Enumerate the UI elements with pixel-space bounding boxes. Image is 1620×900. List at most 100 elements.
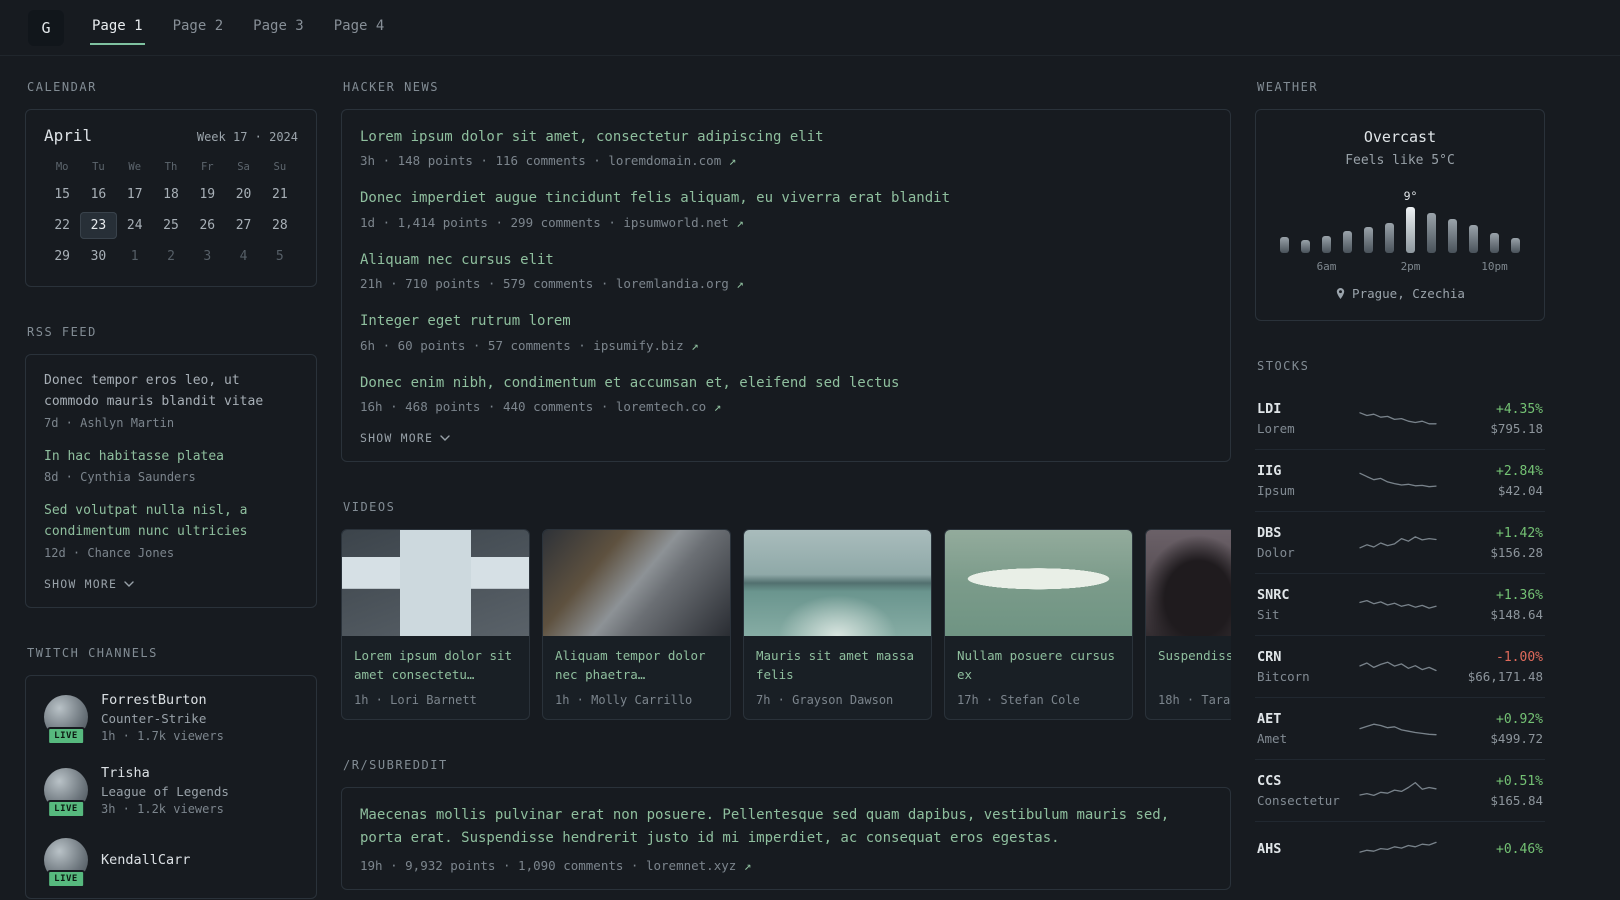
app-logo[interactable]: G xyxy=(28,9,64,46)
weather-hour-label: 2pm xyxy=(1400,260,1421,273)
video-thumbnail[interactable] xyxy=(342,529,529,636)
page-tab[interactable]: Page 1 xyxy=(90,10,145,45)
video-meta: 7h · Grayson Dawson xyxy=(756,692,894,707)
calendar-dow-label: Fr xyxy=(200,161,214,173)
external-link-icon[interactable]: ↗ xyxy=(691,338,699,353)
rss-item[interactable]: Donec tempor eros leo, ut commodo mauris… xyxy=(44,371,298,430)
rss-item-title[interactable]: Donec tempor eros leo, ut commodo mauris… xyxy=(44,371,298,413)
calendar-day: 22 xyxy=(54,218,70,233)
video-card[interactable]: Lorem ipsum dolor sit amet consectetu… 1… xyxy=(341,528,530,720)
rss-item-title[interactable]: Sed volutpat nulla nisl, a condimentum n… xyxy=(44,501,298,543)
video-meta: 17h · Stefan Cole xyxy=(957,692,1080,707)
page-tab[interactable]: Page 3 xyxy=(251,10,306,45)
hacker-news-item-meta: 1d · 1,414 points · 299 comments · ipsum… xyxy=(360,215,1212,230)
external-link-icon[interactable]: ↗ xyxy=(729,153,737,168)
weather-condition: Overcast xyxy=(1363,128,1437,146)
weather-bar-slot: 6am xyxy=(1317,180,1336,278)
hacker-news-show-more-button[interactable]: SHOW MORE xyxy=(360,431,1212,445)
stock-change: +1.36% xyxy=(1496,587,1543,603)
stock-quote: +1.36% $148.64 xyxy=(1447,588,1543,622)
channel-name[interactable]: Trisha xyxy=(101,765,229,781)
video-thumbnail[interactable] xyxy=(1146,529,1231,636)
stock-row[interactable]: AET Amet +0.92% $499.72 xyxy=(1255,697,1545,759)
stock-quote: +4.35% $795.18 xyxy=(1447,402,1543,436)
rss-item-meta: 12d · Chance Jones xyxy=(44,545,175,560)
hacker-news-item-meta: 21h · 710 points · 579 comments · loreml… xyxy=(360,276,1212,291)
weather-bar xyxy=(1280,237,1289,253)
stock-row[interactable]: LDI Lorem +4.35% $795.18 xyxy=(1255,388,1545,449)
video-meta: 18h · Tara xyxy=(1158,692,1231,707)
video-card-body: Lorem ipsum dolor sit amet consectetu… 1… xyxy=(342,636,529,719)
page-tab[interactable]: Page 4 xyxy=(332,10,387,45)
external-link-icon[interactable]: ↗ xyxy=(736,215,744,230)
channel-name[interactable]: KendallCarr xyxy=(101,852,190,868)
stock-symbol: IIG xyxy=(1257,463,1282,479)
stock-row[interactable]: DBS Dolor +1.42% $156.28 xyxy=(1255,511,1545,573)
rss-item-title[interactable]: In hac habitasse platea xyxy=(44,447,298,468)
external-link-icon[interactable]: ↗ xyxy=(736,276,744,291)
calendar-day: 25 xyxy=(163,218,179,233)
hacker-news-item[interactable]: Donec imperdiet augue tincidunt felis al… xyxy=(360,187,1212,229)
stock-symbol: CCS xyxy=(1257,773,1282,789)
hacker-news-item[interactable]: Integer eget rutrum lorem 6h · 60 points… xyxy=(360,310,1212,352)
calendar-day: 4 xyxy=(239,249,248,264)
video-card[interactable]: Mauris sit amet massa felis 7h · Grayson… xyxy=(743,528,932,720)
hacker-news-item[interactable]: Donec enim nibh, condimentum et accumsan… xyxy=(360,372,1212,414)
stock-price: $66,171.48 xyxy=(1467,668,1543,684)
stock-quote: +0.46% xyxy=(1447,842,1543,857)
channel-name[interactable]: ForrestBurton xyxy=(101,692,224,708)
stock-row[interactable]: CRN Bitcorn -1.00% $66,171.48 xyxy=(1255,635,1545,697)
page-tab[interactable]: Page 2 xyxy=(171,10,226,45)
video-title[interactable]: Nullam posuere cursus ex xyxy=(957,646,1120,685)
rss-feed: Donec tempor eros leo, ut commodo mauris… xyxy=(25,354,317,608)
stock-change: -1.00% xyxy=(1496,649,1543,665)
video-title[interactable]: Lorem ipsum dolor sit amet consectetu… xyxy=(354,646,517,685)
hacker-news-item-title[interactable]: Donec imperdiet augue tincidunt felis al… xyxy=(360,187,1212,209)
twitch-channel[interactable]: LIVE Trisha League of Legends 3h · 1.2k … xyxy=(44,765,298,819)
external-link-icon[interactable]: ↗ xyxy=(744,858,752,873)
video-title[interactable]: Mauris sit amet massa felis xyxy=(756,646,919,685)
calendar-day: 27 xyxy=(235,218,252,233)
twitch-channel[interactable]: LIVE KendallCarr xyxy=(44,837,298,888)
stock-symbol: AET xyxy=(1257,711,1282,727)
video-card[interactable]: Nullam posuere cursus ex 17h · Stefan Co… xyxy=(944,528,1133,720)
hacker-news-item-title[interactable]: Aliquam nec cursus elit xyxy=(360,249,1212,271)
calendar-day: 15 xyxy=(54,187,70,202)
twitch-channel[interactable]: LIVE ForrestBurton Counter-Strike 1h · 1… xyxy=(44,692,298,746)
stock-row[interactable]: AHS +0.46% xyxy=(1255,821,1545,876)
weather-bar-slot xyxy=(1448,180,1457,278)
stocks-list: LDI Lorem +4.35% $795.18 IIG Ipsum +2.84… xyxy=(1255,388,1545,876)
weather-bar xyxy=(1301,240,1310,253)
stock-row[interactable]: CCS Consectetur +0.51% $165.84 xyxy=(1255,759,1545,821)
stock-row[interactable]: SNRC Sit +1.36% $148.64 xyxy=(1255,573,1545,635)
video-thumbnail[interactable] xyxy=(543,529,730,636)
stock-row[interactable]: IIG Ipsum +2.84% $42.04 xyxy=(1255,449,1545,511)
stock-name: Amet xyxy=(1257,731,1288,746)
video-title[interactable]: Suspendisse diam xyxy=(1158,646,1231,685)
stock-sparkline xyxy=(1359,472,1437,487)
rss-item[interactable]: Sed volutpat nulla nisl, a condimentum n… xyxy=(44,501,298,560)
hacker-news-item[interactable]: Lorem ipsum dolor sit amet, consectetur … xyxy=(360,126,1212,168)
hacker-news-item-title[interactable]: Integer eget rutrum lorem xyxy=(360,310,1212,332)
rss-item[interactable]: In hac habitasse platea 8d · Cynthia Sau… xyxy=(44,447,298,485)
video-card[interactable]: Aliquam tempor dolor nec phaetra… 1h · M… xyxy=(542,528,731,720)
stock-change: +0.51% xyxy=(1496,773,1543,789)
video-card[interactable]: Suspendisse diam 18h · Tara xyxy=(1145,528,1231,720)
video-thumbnail[interactable] xyxy=(744,529,931,636)
stock-name: Lorem xyxy=(1257,421,1295,436)
hacker-news-meta-text: 21h · 710 points · 579 comments · loreml… xyxy=(360,276,729,292)
live-badge: LIVE xyxy=(47,727,85,746)
video-title[interactable]: Aliquam tempor dolor nec phaetra… xyxy=(555,646,718,685)
video-thumbnail[interactable] xyxy=(945,529,1132,636)
hacker-news-item-title[interactable]: Donec enim nibh, condimentum et accumsan… xyxy=(360,372,1212,394)
subreddit-post-title[interactable]: Maecenas mollis pulvinar erat non posuer… xyxy=(360,804,1212,850)
hacker-news-item-meta: 3h · 148 points · 116 comments · loremdo… xyxy=(360,153,1212,168)
rss-show-more-button[interactable]: SHOW MORE xyxy=(44,577,298,591)
stock-quote: +0.92% $499.72 xyxy=(1447,712,1543,746)
weather-card: Overcast Feels like 5°C 6am 9° 2pm 10pm … xyxy=(1255,109,1545,321)
external-link-icon[interactable]: ↗ xyxy=(714,399,722,414)
weather-widget: WEATHER Overcast Feels like 5°C 6am 9° 2… xyxy=(1255,80,1545,321)
hacker-news-item[interactable]: Aliquam nec cursus elit 21h · 710 points… xyxy=(360,249,1212,291)
hacker-news-item-title[interactable]: Lorem ipsum dolor sit amet, consectetur … xyxy=(360,126,1212,148)
subreddit-post[interactable]: Maecenas mollis pulvinar erat non posuer… xyxy=(360,804,1212,873)
